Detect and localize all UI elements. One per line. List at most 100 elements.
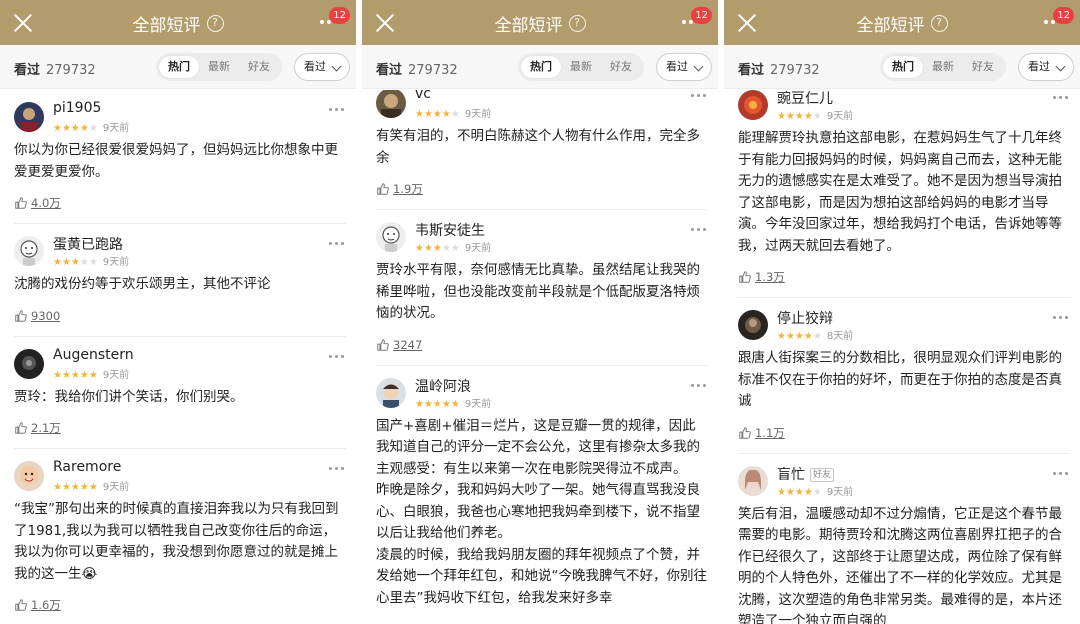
help-icon[interactable]: ? (206, 15, 224, 32)
avatar[interactable] (376, 222, 406, 252)
comment-list[interactable]: 豌豆仁儿 ★★★★★ 9天前 能理解贾玲执意拍这部电影，在惹妈妈生气了十几年终于有能力… (724, 90, 1080, 624)
username[interactable]: Raremore (53, 459, 121, 475)
title-bar: 全部短评? 12 (0, 0, 356, 45)
avatar[interactable] (14, 461, 44, 491)
tab-hot[interactable]: 热门 (883, 56, 923, 78)
useful-vote-button[interactable]: 1.1万 (738, 425, 1070, 441)
username[interactable]: Augenstern (53, 347, 134, 363)
username[interactable]: vc (415, 90, 431, 102)
comment-list-inner: vc ★★★★★ 9天前 有笑有泪的，不明白陈赫这个人物有什么作用，完全多余 1.9万韦… (362, 90, 718, 621)
comment-more-icon[interactable] (1053, 96, 1068, 99)
tab-friends[interactable]: 好友 (239, 56, 279, 78)
page-title: 全部短评? (724, 11, 1080, 36)
avatar[interactable] (738, 90, 768, 120)
thumb-up-icon (377, 183, 389, 195)
username[interactable]: 温岭阿浪 (415, 376, 471, 396)
tab-friends[interactable]: 好友 (601, 56, 641, 78)
notification-badge: 12 (329, 7, 350, 24)
tab-latest[interactable]: 最新 (923, 56, 963, 78)
username[interactable]: 豌豆仁儿 (777, 90, 833, 108)
username-text: 韦斯安徒生 (415, 223, 485, 239)
seen-count: 看过 279732 (14, 59, 96, 78)
comment-header: vc ★★★★★ 9天前 (376, 90, 708, 120)
sort-tabs: 热门 最新 好友 (156, 53, 282, 81)
useful-vote-button[interactable]: 4.0万 (14, 195, 346, 211)
vote-count: 4.0万 (31, 196, 61, 210)
username[interactable]: 韦斯安徒生 (415, 220, 485, 240)
avatar[interactable] (738, 465, 768, 496)
screen-2: 全部短评? 12 看过 279732 热门 最新 好友 看过 vc ★★★★★ 9天前… (362, 0, 718, 624)
comment-meta: ★★★★★ 9天前 (53, 119, 129, 134)
chevron-down-icon (693, 61, 704, 72)
tab-friends[interactable]: 好友 (963, 56, 1003, 78)
tab-latest[interactable]: 最新 (561, 56, 601, 78)
avatar[interactable] (14, 348, 44, 379)
seen-number: 279732 (46, 63, 96, 78)
tab-hot[interactable]: 热门 (521, 56, 561, 78)
comment-time: 8天前 (826, 331, 854, 342)
comment-more-icon[interactable] (329, 242, 344, 245)
comment-meta: ★★★★★ 9天前 (53, 478, 129, 493)
comment-header: Augenstern ★★★★★ 9天前 (14, 347, 346, 381)
comment-more-icon[interactable] (691, 94, 706, 97)
tab-hot[interactable]: 热门 (159, 56, 199, 78)
comment-more-icon[interactable] (691, 228, 706, 231)
screens: 全部短评? 12 看过 279732 热门 最新 好友 看过 pi1905 ★★★★… (0, 0, 1080, 624)
comment-time: 9天前 (826, 111, 854, 122)
comment-more-icon[interactable] (691, 383, 706, 387)
useful-vote-button[interactable]: 2.1万 (14, 420, 346, 436)
comment-more-icon[interactable] (329, 467, 344, 470)
comment-time: 9天前 (102, 123, 130, 134)
watch-dropdown-label: 看过 (304, 60, 326, 73)
useful-vote-button[interactable]: 3247 (376, 337, 708, 353)
comment-meta: ★★★★★ 9天前 (53, 253, 129, 268)
username[interactable]: 蛋黄已跑路 (53, 234, 123, 254)
vote-count: 1.3万 (755, 270, 785, 284)
comment-list[interactable]: vc ★★★★★ 9天前 有笑有泪的，不明白陈赫这个人物有什么作用，完全多余 1.9万韦… (362, 90, 718, 624)
username-text: Raremore (53, 459, 122, 475)
tab-latest[interactable]: 最新 (199, 56, 239, 78)
comment-list[interactable]: pi1905 ★★★★★ 9天前 你以为你已经很爱很爱妈妈了，但妈妈远比你想象中更爱更… (0, 90, 356, 624)
comment-item: Raremore ★★★★★ 9天前 “我宝”那句出来的时候真的直接泪奔我以为只有我回… (14, 449, 346, 624)
page-title-text: 全部短评 (132, 16, 201, 36)
comment-text: “我宝”那句出来的时候真的直接泪奔我以为只有我回到了1981,我以为我可以牺牲我… (14, 501, 339, 582)
username[interactable]: 盲忙 好友 (777, 464, 835, 484)
useful-vote-button[interactable]: 1.9万 (376, 181, 708, 197)
avatar[interactable] (376, 377, 406, 408)
useful-vote-button[interactable]: 1.6万 (14, 597, 346, 613)
star-rating: ★★★★★ (777, 486, 822, 498)
comment-text: 沈腾的戏份约等于欢乐颂男主，其他不评论 (14, 276, 271, 292)
seen-label: 看过 (376, 63, 403, 78)
useful-vote-button[interactable]: 9300 (14, 308, 346, 324)
avatar[interactable] (14, 102, 44, 132)
comment-item: 盲忙 好友 ★★★★★ 9天前 笑后有泪，温暖感动却不过分煽情，它正是这个春节最需要的电… (738, 454, 1070, 624)
username[interactable]: 停止狡辩 (777, 308, 833, 328)
comment-time: 9天前 (826, 486, 854, 498)
comment-more-icon[interactable] (329, 108, 344, 111)
comment-time: 9天前 (464, 109, 492, 120)
watch-dropdown[interactable]: 看过 (294, 53, 350, 81)
watch-dropdown[interactable]: 看过 (1018, 53, 1074, 81)
comment-list-inner: pi1905 ★★★★★ 9天前 你以为你已经很爱很爱妈妈了，但妈妈远比你想象中更爱更… (0, 90, 356, 624)
page-title: 全部短评? (362, 11, 718, 36)
comment-more-icon[interactable] (329, 354, 344, 358)
chevron-down-icon (1055, 61, 1066, 72)
help-icon[interactable]: ? (930, 15, 948, 32)
comment-more-icon[interactable] (1053, 316, 1068, 319)
comment-more-icon[interactable] (1053, 471, 1068, 475)
comment-header: 温岭阿浪 ★★★★★ 9天前 (376, 376, 708, 410)
comment-paragraph: 凌晨的时候，我给我妈朋友圈的拜年视频点了个赞，并发给她一个拜年红包，和她说“今晚… (376, 546, 707, 606)
comment-meta: ★★★★★ 8天前 (777, 327, 853, 342)
watch-dropdown[interactable]: 看过 (656, 53, 712, 81)
seen-label: 看过 (14, 63, 41, 78)
useful-vote-button[interactable]: 1.3万 (738, 269, 1070, 285)
comment-header: 停止狡辩 ★★★★★ 8天前 (738, 308, 1070, 342)
avatar[interactable] (738, 310, 768, 340)
username[interactable]: pi1905 (53, 100, 101, 116)
comment-item: 停止狡辩 ★★★★★ 8天前 跟唐人街探案三的分数相比，很明显观众们评判电影的标准不仅… (738, 298, 1070, 454)
help-icon[interactable]: ? (568, 15, 586, 32)
avatar[interactable] (376, 90, 406, 118)
comment-text: 贾玲水平有限，奈何感情无比真挚。虽然结尾让我哭的稀里哗啦，但也没能改变前半段就是… (376, 262, 700, 321)
star-rating: ★★★★★ (415, 398, 460, 410)
avatar[interactable] (14, 236, 44, 266)
